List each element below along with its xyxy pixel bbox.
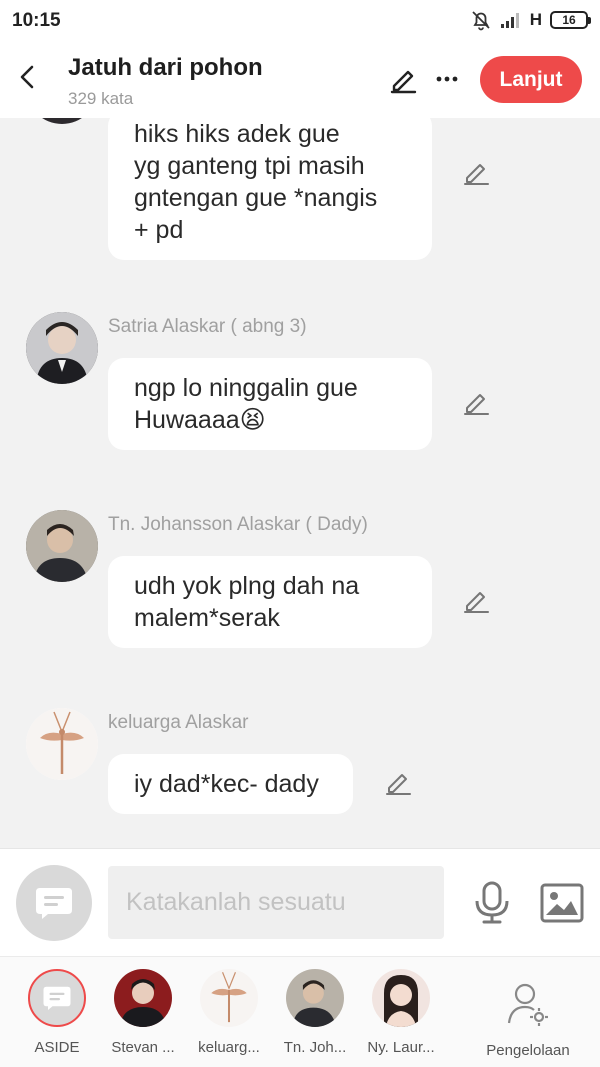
edit-message-icon[interactable] <box>462 586 490 614</box>
manage-label: Pengelolaan <box>486 1042 570 1059</box>
manage-button[interactable]: Pengelolaan <box>478 981 578 1059</box>
edit-message-icon[interactable] <box>384 768 412 796</box>
message-line: iy dad*kec- dady <box>134 770 319 798</box>
message-bubble[interactable]: udh yok plng dah na malem*serak <box>108 556 432 648</box>
message-line: yg ganteng tpi masih <box>134 152 365 180</box>
message-bubble[interactable]: hiks hiks adek gue yg ganteng tpi masih … <box>108 118 432 260</box>
sender-name: Satria Alaskar ( abng 3) <box>108 316 307 337</box>
battery-icon: 16 <box>550 11 591 29</box>
aside-toggle-button[interactable] <box>16 865 92 941</box>
status-time: 10:15 <box>12 10 61 31</box>
more-options-icon[interactable] <box>432 64 462 94</box>
person-photo-icon <box>26 510 98 582</box>
avatar[interactable] <box>26 118 98 124</box>
person-photo-icon <box>286 969 344 1027</box>
battery-level: 16 <box>562 13 576 27</box>
character-johansson[interactable]: Tn. Joh... <box>272 969 358 1056</box>
avatar[interactable] <box>26 708 98 780</box>
signal-icon <box>500 13 519 28</box>
chat-area[interactable]: hiks hiks adek gue yg ganteng tpi masih … <box>0 118 600 848</box>
status-bar: 10:15 H 16 <box>0 0 600 40</box>
character-aside[interactable]: ASIDE <box>14 969 100 1056</box>
person-photo-icon <box>26 312 98 384</box>
person-photo-icon <box>372 969 430 1027</box>
avatar[interactable] <box>26 312 98 384</box>
message-input[interactable] <box>108 866 444 939</box>
character-laura[interactable]: Ny. Laur... <box>358 969 444 1056</box>
message-line: Huwaaaa😫 <box>134 406 266 434</box>
character-label: keluarg... <box>198 1039 260 1056</box>
message-line: udh yok plng dah na <box>134 572 360 600</box>
input-bar <box>0 848 600 956</box>
character-label: Tn. Joh... <box>283 1039 347 1056</box>
edit-pencil-icon[interactable] <box>388 64 418 94</box>
message-bubble[interactable]: iy dad*kec- dady <box>108 754 353 814</box>
character-bar: ASIDE Stevan ... keluarg... Tn. Joh... N… <box>0 956 600 1067</box>
message-line: hiks hiks adek gue <box>134 120 340 148</box>
message-line: malem*serak <box>134 604 280 632</box>
character-keluarga[interactable]: keluarg... <box>186 969 272 1056</box>
message-line: ngp lo ninggalin gue <box>134 374 358 402</box>
sender-name: keluarga Alaskar <box>108 712 249 733</box>
network-type: H <box>529 10 542 29</box>
avatar <box>286 969 344 1027</box>
person-photo-icon <box>114 969 172 1027</box>
avatar <box>114 969 172 1027</box>
chat-bubble-icon <box>43 986 71 1010</box>
message-line: gntengan gue *nangis <box>134 184 378 212</box>
message-bubble[interactable]: ngp lo ninggalin gue Huwaaaa😫 <box>108 358 432 450</box>
character-label: Ny. Laur... <box>367 1039 435 1056</box>
avatar <box>372 969 430 1027</box>
chat-bubble-icon <box>36 888 72 919</box>
character-stevan[interactable]: Stevan ... <box>100 969 186 1056</box>
status-icons: H 16 <box>470 9 591 31</box>
angel-pendant-icon <box>26 708 98 780</box>
back-arrow-icon[interactable] <box>14 62 44 92</box>
edit-message-icon[interactable] <box>462 158 490 186</box>
next-button[interactable]: Lanjut <box>480 56 582 103</box>
word-count: 329 kata <box>68 89 134 108</box>
character-label: Stevan ... <box>111 1039 175 1056</box>
bell-muted-icon <box>472 11 490 31</box>
angel-pendant-icon <box>200 969 258 1027</box>
header: Jatuh dari pohon 329 kata Lanjut <box>0 40 600 118</box>
image-icon[interactable] <box>540 883 584 923</box>
aside-avatar <box>28 969 86 1027</box>
story-title: Jatuh dari pohon <box>68 54 263 81</box>
microphone-icon[interactable] <box>472 881 512 925</box>
character-label: ASIDE <box>34 1039 80 1056</box>
sender-name: Tn. Johansson Alaskar ( Dady) <box>108 514 368 535</box>
edit-message-icon[interactable] <box>462 388 490 416</box>
avatar[interactable] <box>26 510 98 582</box>
avatar <box>200 969 258 1027</box>
message-line: + pd <box>134 216 184 244</box>
user-settings-icon <box>507 983 548 1026</box>
